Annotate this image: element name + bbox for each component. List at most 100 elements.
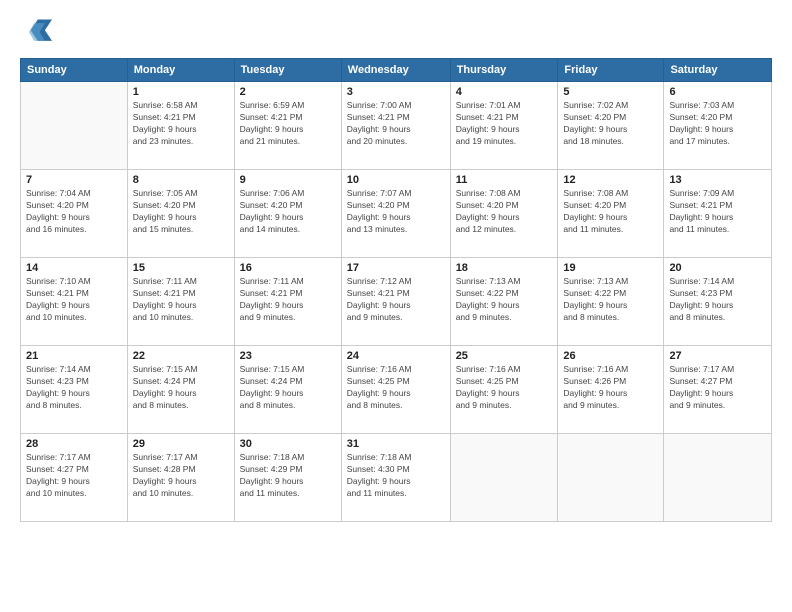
day-info: Sunrise: 7:14 AMSunset: 4:23 PMDaylight:… xyxy=(26,364,122,412)
day-info: Sunrise: 6:58 AMSunset: 4:21 PMDaylight:… xyxy=(133,100,229,148)
logo-icon xyxy=(20,16,52,48)
calendar-cell xyxy=(21,82,128,170)
header xyxy=(20,16,772,48)
day-number: 21 xyxy=(26,350,122,362)
day-number: 6 xyxy=(669,86,766,98)
day-info: Sunrise: 7:13 AMSunset: 4:22 PMDaylight:… xyxy=(563,276,658,324)
day-info: Sunrise: 7:10 AMSunset: 4:21 PMDaylight:… xyxy=(26,276,122,324)
weekday-header-sunday: Sunday xyxy=(21,59,128,82)
week-row-3: 21 Sunrise: 7:14 AMSunset: 4:23 PMDayligh… xyxy=(21,346,772,434)
calendar-cell: 5 Sunrise: 7:02 AMSunset: 4:20 PMDaylight… xyxy=(558,82,664,170)
weekday-header-friday: Friday xyxy=(558,59,664,82)
day-number: 9 xyxy=(240,174,336,186)
day-info: Sunrise: 7:00 AMSunset: 4:21 PMDaylight:… xyxy=(347,100,445,148)
day-info: Sunrise: 7:16 AMSunset: 4:25 PMDaylight:… xyxy=(456,364,553,412)
weekday-header-saturday: Saturday xyxy=(664,59,772,82)
calendar-cell: 8 Sunrise: 7:05 AMSunset: 4:20 PMDaylight… xyxy=(127,170,234,258)
day-info: Sunrise: 7:17 AMSunset: 4:27 PMDaylight:… xyxy=(669,364,766,412)
calendar-table: SundayMondayTuesdayWednesdayThursdayFrid… xyxy=(20,58,772,522)
day-number: 20 xyxy=(669,262,766,274)
day-info: Sunrise: 7:16 AMSunset: 4:25 PMDaylight:… xyxy=(347,364,445,412)
day-number: 22 xyxy=(133,350,229,362)
calendar-cell: 22 Sunrise: 7:15 AMSunset: 4:24 PMDayligh… xyxy=(127,346,234,434)
day-number: 28 xyxy=(26,438,122,450)
calendar-cell: 26 Sunrise: 7:16 AMSunset: 4:26 PMDayligh… xyxy=(558,346,664,434)
day-number: 30 xyxy=(240,438,336,450)
day-info: Sunrise: 7:04 AMSunset: 4:20 PMDaylight:… xyxy=(26,188,122,236)
calendar-cell: 9 Sunrise: 7:06 AMSunset: 4:20 PMDaylight… xyxy=(234,170,341,258)
day-number: 17 xyxy=(347,262,445,274)
calendar-cell: 3 Sunrise: 7:00 AMSunset: 4:21 PMDaylight… xyxy=(341,82,450,170)
day-info: Sunrise: 7:03 AMSunset: 4:20 PMDaylight:… xyxy=(669,100,766,148)
day-number: 4 xyxy=(456,86,553,98)
day-number: 8 xyxy=(133,174,229,186)
calendar-cell: 29 Sunrise: 7:17 AMSunset: 4:28 PMDayligh… xyxy=(127,434,234,522)
calendar-cell: 14 Sunrise: 7:10 AMSunset: 4:21 PMDayligh… xyxy=(21,258,128,346)
day-number: 2 xyxy=(240,86,336,98)
day-info: Sunrise: 7:05 AMSunset: 4:20 PMDaylight:… xyxy=(133,188,229,236)
calendar-cell: 16 Sunrise: 7:11 AMSunset: 4:21 PMDayligh… xyxy=(234,258,341,346)
calendar-cell: 21 Sunrise: 7:14 AMSunset: 4:23 PMDayligh… xyxy=(21,346,128,434)
calendar-cell: 6 Sunrise: 7:03 AMSunset: 4:20 PMDaylight… xyxy=(664,82,772,170)
calendar-cell: 30 Sunrise: 7:18 AMSunset: 4:29 PMDayligh… xyxy=(234,434,341,522)
calendar-cell: 10 Sunrise: 7:07 AMSunset: 4:20 PMDayligh… xyxy=(341,170,450,258)
weekday-header-wednesday: Wednesday xyxy=(341,59,450,82)
page: SundayMondayTuesdayWednesdayThursdayFrid… xyxy=(0,0,792,612)
day-number: 7 xyxy=(26,174,122,186)
day-info: Sunrise: 7:07 AMSunset: 4:20 PMDaylight:… xyxy=(347,188,445,236)
day-info: Sunrise: 7:02 AMSunset: 4:20 PMDaylight:… xyxy=(563,100,658,148)
day-info: Sunrise: 7:15 AMSunset: 4:24 PMDaylight:… xyxy=(133,364,229,412)
day-number: 1 xyxy=(133,86,229,98)
calendar-cell: 27 Sunrise: 7:17 AMSunset: 4:27 PMDayligh… xyxy=(664,346,772,434)
day-number: 5 xyxy=(563,86,658,98)
day-info: Sunrise: 7:18 AMSunset: 4:30 PMDaylight:… xyxy=(347,452,445,500)
day-number: 24 xyxy=(347,350,445,362)
day-info: Sunrise: 7:08 AMSunset: 4:20 PMDaylight:… xyxy=(563,188,658,236)
calendar-cell: 25 Sunrise: 7:16 AMSunset: 4:25 PMDayligh… xyxy=(450,346,558,434)
day-info: Sunrise: 7:12 AMSunset: 4:21 PMDaylight:… xyxy=(347,276,445,324)
calendar-cell: 4 Sunrise: 7:01 AMSunset: 4:21 PMDaylight… xyxy=(450,82,558,170)
day-number: 3 xyxy=(347,86,445,98)
calendar-cell: 18Sunrise: 7:13 AMSunset: 4:22 PMDayligh… xyxy=(450,258,558,346)
day-info: Sunrise: 7:01 AMSunset: 4:21 PMDaylight:… xyxy=(456,100,553,148)
day-number: 29 xyxy=(133,438,229,450)
calendar-cell: 31 Sunrise: 7:18 AMSunset: 4:30 PMDayligh… xyxy=(341,434,450,522)
day-number: 27 xyxy=(669,350,766,362)
calendar-cell: 17 Sunrise: 7:12 AMSunset: 4:21 PMDayligh… xyxy=(341,258,450,346)
calendar-cell: 1 Sunrise: 6:58 AMSunset: 4:21 PMDaylight… xyxy=(127,82,234,170)
day-number: 13 xyxy=(669,174,766,186)
day-number: 26 xyxy=(563,350,658,362)
day-number: 10 xyxy=(347,174,445,186)
weekday-header-monday: Monday xyxy=(127,59,234,82)
day-info: Sunrise: 7:14 AMSunset: 4:23 PMDaylight:… xyxy=(669,276,766,324)
week-row-4: 28Sunrise: 7:17 AMSunset: 4:27 PMDayligh… xyxy=(21,434,772,522)
day-info: Sunrise: 7:15 AMSunset: 4:24 PMDaylight:… xyxy=(240,364,336,412)
day-number: 12 xyxy=(563,174,658,186)
weekday-header-thursday: Thursday xyxy=(450,59,558,82)
calendar-cell: 23 Sunrise: 7:15 AMSunset: 4:24 PMDayligh… xyxy=(234,346,341,434)
day-number: 19 xyxy=(563,262,658,274)
calendar-cell: 12 Sunrise: 7:08 AMSunset: 4:20 PMDayligh… xyxy=(558,170,664,258)
day-info: Sunrise: 7:17 AMSunset: 4:28 PMDaylight:… xyxy=(133,452,229,500)
weekday-header-tuesday: Tuesday xyxy=(234,59,341,82)
week-row-0: 1 Sunrise: 6:58 AMSunset: 4:21 PMDaylight… xyxy=(21,82,772,170)
calendar-cell: 11Sunrise: 7:08 AMSunset: 4:20 PMDayligh… xyxy=(450,170,558,258)
day-number: 31 xyxy=(347,438,445,450)
day-info: Sunrise: 7:13 AMSunset: 4:22 PMDaylight:… xyxy=(456,276,553,324)
calendar-cell: 13Sunrise: 7:09 AMSunset: 4:21 PMDayligh… xyxy=(664,170,772,258)
calendar-cell: 20 Sunrise: 7:14 AMSunset: 4:23 PMDayligh… xyxy=(664,258,772,346)
day-number: 14 xyxy=(26,262,122,274)
day-info: Sunrise: 7:06 AMSunset: 4:20 PMDaylight:… xyxy=(240,188,336,236)
week-row-1: 7 Sunrise: 7:04 AMSunset: 4:20 PMDaylight… xyxy=(21,170,772,258)
weekday-header-row: SundayMondayTuesdayWednesdayThursdayFrid… xyxy=(21,59,772,82)
day-info: Sunrise: 7:18 AMSunset: 4:29 PMDaylight:… xyxy=(240,452,336,500)
day-info: Sunrise: 7:11 AMSunset: 4:21 PMDaylight:… xyxy=(240,276,336,324)
calendar-cell xyxy=(558,434,664,522)
day-number: 23 xyxy=(240,350,336,362)
calendar-cell: 24 Sunrise: 7:16 AMSunset: 4:25 PMDayligh… xyxy=(341,346,450,434)
day-number: 25 xyxy=(456,350,553,362)
day-number: 16 xyxy=(240,262,336,274)
calendar-cell xyxy=(664,434,772,522)
day-info: Sunrise: 7:16 AMSunset: 4:26 PMDaylight:… xyxy=(563,364,658,412)
week-row-2: 14 Sunrise: 7:10 AMSunset: 4:21 PMDayligh… xyxy=(21,258,772,346)
